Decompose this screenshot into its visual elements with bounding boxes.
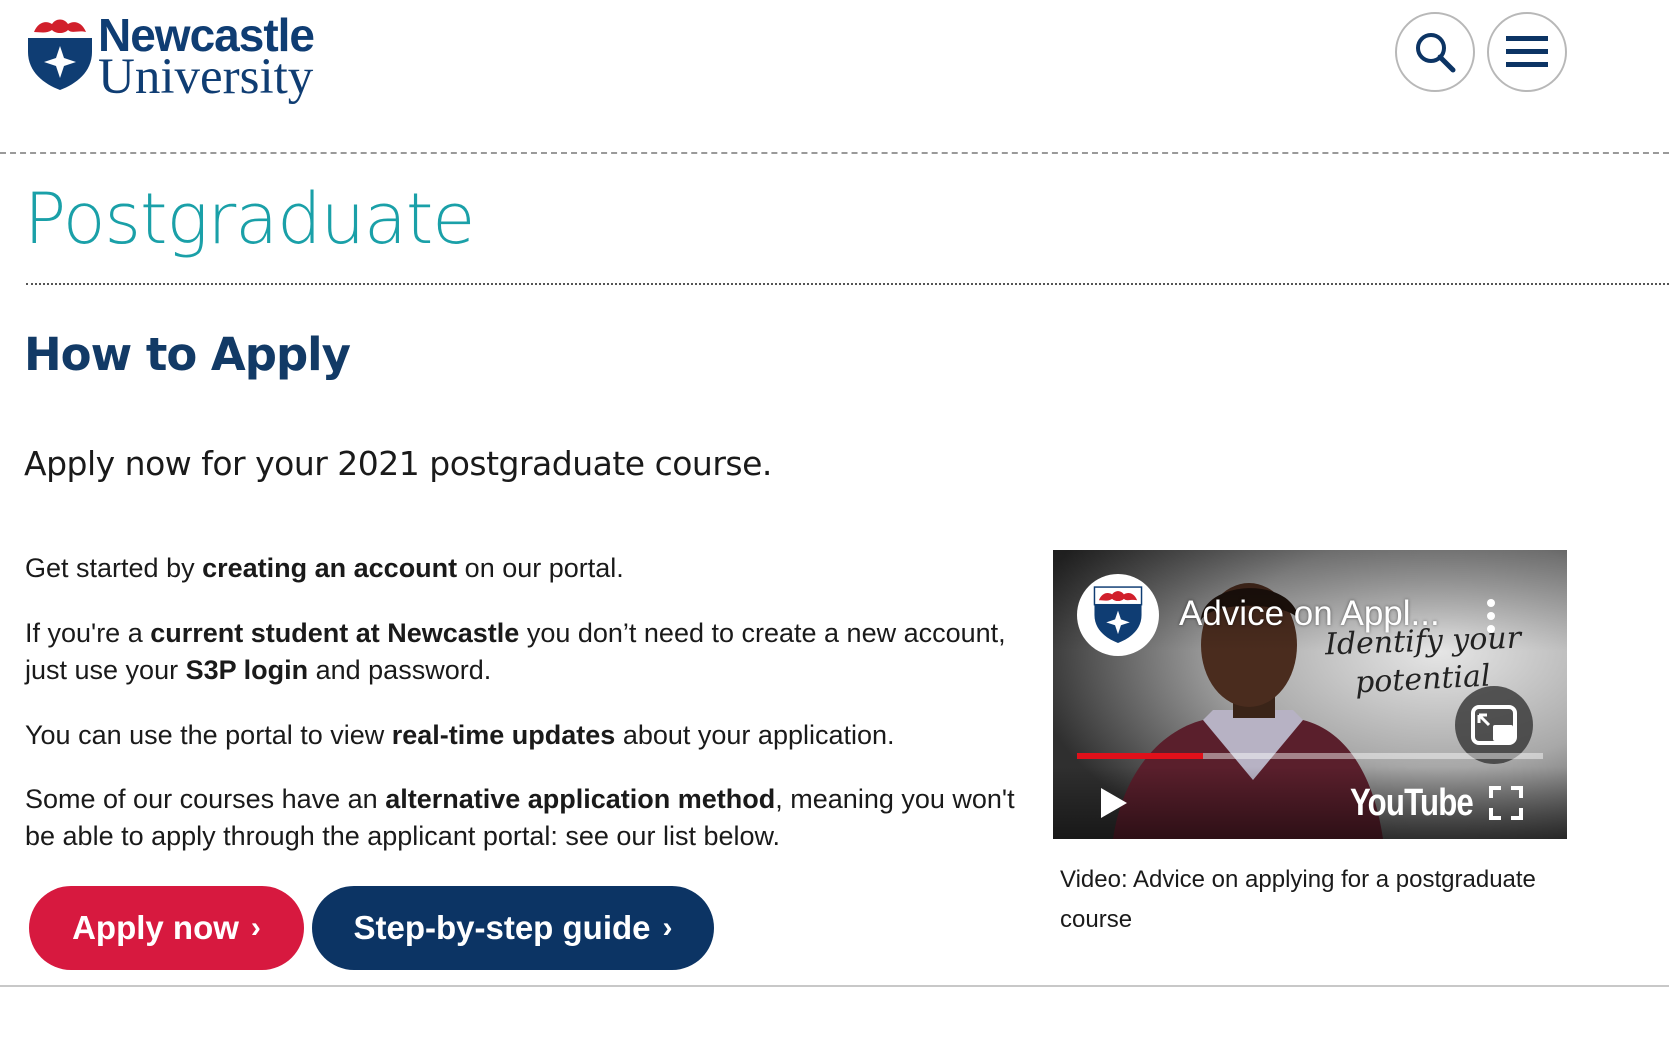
paragraph-current-student: If you're a current student at Newcastle… xyxy=(25,618,1006,685)
section-title[interactable]: Postgraduate xyxy=(24,178,475,260)
apply-now-button[interactable]: Apply now › xyxy=(29,886,304,970)
site-header: Newcastle University xyxy=(0,0,1669,150)
section-divider xyxy=(26,283,1669,285)
channel-avatar[interactable] xyxy=(1077,574,1159,656)
video-caption: Video: Advice on applying for a postgrad… xyxy=(1060,866,1536,933)
paragraph-real-time-updates: You can use the portal to view real-time… xyxy=(25,720,895,750)
step-by-step-guide-button[interactable]: Step-by-step guide › xyxy=(312,886,714,970)
alternative-method-emphasis: alternative application method xyxy=(385,784,776,814)
current-student-emphasis: current student at Newcastle xyxy=(150,618,520,648)
university-crest-icon xyxy=(28,14,92,90)
university-crest-icon xyxy=(1093,586,1143,643)
video-handwriting-line1: Identify your xyxy=(1324,620,1522,663)
picture-in-picture-icon xyxy=(1471,705,1517,745)
video-player[interactable]: Advice on Appl... Identify your potentia… xyxy=(1053,550,1567,839)
s3p-login-emphasis: S3P login xyxy=(185,655,309,685)
paragraph-alternative-method: Some of our courses have an alternative … xyxy=(25,784,1015,851)
youtube-logo[interactable]: YouTube xyxy=(1350,782,1474,825)
step-by-step-guide-label: Step-by-step guide xyxy=(353,909,651,946)
creating-account-emphasis: creating an account xyxy=(202,553,458,583)
search-button[interactable] xyxy=(1395,12,1475,92)
menu-button[interactable] xyxy=(1487,12,1567,92)
paragraph-create-account: Get started by creating an account on ou… xyxy=(25,553,624,583)
header-divider xyxy=(0,152,1669,154)
video-progress-bar[interactable] xyxy=(1077,753,1543,759)
real-time-updates-emphasis: real-time updates xyxy=(391,720,616,750)
video-progress-fill xyxy=(1077,753,1203,759)
fullscreen-icon[interactable] xyxy=(1489,786,1523,820)
chevron-right-icon: › xyxy=(250,911,261,944)
play-icon[interactable] xyxy=(1097,786,1131,820)
lead-text: Apply now for your 2021 postgraduate cou… xyxy=(24,444,772,483)
page-title: How to Apply xyxy=(24,328,351,381)
search-icon xyxy=(1416,33,1456,73)
logo-wordmark-line2: University xyxy=(98,49,314,105)
chevron-right-icon: › xyxy=(662,911,673,944)
bottom-divider xyxy=(0,985,1669,987)
hamburger-menu-icon xyxy=(1506,36,1548,67)
university-logo[interactable]: Newcastle University xyxy=(26,12,315,105)
apply-now-label: Apply now xyxy=(72,909,239,946)
